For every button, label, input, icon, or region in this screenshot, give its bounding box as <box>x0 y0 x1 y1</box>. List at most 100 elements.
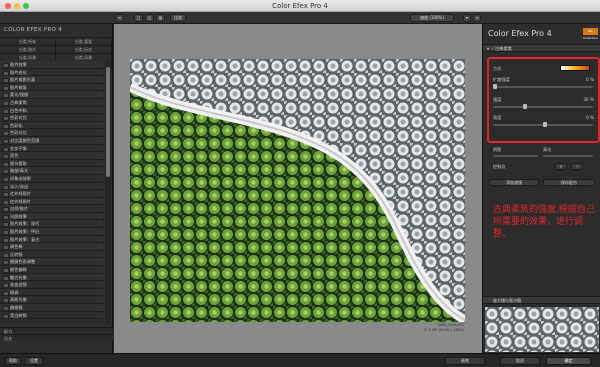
star-icon[interactable]: ☆ <box>97 296 101 303</box>
star-icon[interactable]: ☆ <box>97 152 101 159</box>
star-icon[interactable]: ☆ <box>97 228 101 235</box>
brightness-slider[interactable] <box>493 122 593 127</box>
star-icon[interactable]: ☆ <box>97 91 101 98</box>
filter-item[interactable]: 细节提取 ☆ <box>0 159 104 168</box>
filter-item[interactable]: 红外线照片 ☆ <box>0 190 104 198</box>
loupe-header[interactable]: 放大镜与直方图 <box>483 296 600 304</box>
filter-section-header[interactable]: ▾ ✓ 古典柔焦 <box>483 44 600 52</box>
remove-point-button[interactable]: − <box>571 163 583 170</box>
filter-item[interactable]: 双色 ☆ <box>0 152 104 160</box>
compare-button[interactable]: 比较 <box>170 14 186 22</box>
collapse-icon[interactable]: ▾ <box>487 45 489 52</box>
star-icon[interactable]: ☆ <box>97 107 101 114</box>
star-icon[interactable]: ☆ <box>97 122 101 129</box>
filter-item[interactable]: 胶片老化 ☆ <box>0 68 104 77</box>
filter-item[interactable]: 胶片电影仿真 ☆ <box>0 76 104 84</box>
cancel-button[interactable]: 取消 <box>500 357 540 365</box>
side-by-side-button[interactable]: ▥ <box>156 14 165 22</box>
star-icon[interactable]: ☆ <box>97 175 101 182</box>
toggle-right-panel-button[interactable]: ≡ <box>473 14 481 22</box>
single-view-button[interactable]: □ <box>134 14 143 22</box>
background-toggle[interactable]: ▾ <box>463 14 471 22</box>
filter-item[interactable]: 细微色彩调整 ☆ <box>0 258 104 267</box>
zoom-window-button[interactable] <box>23 3 29 9</box>
star-icon[interactable]: ☆ <box>97 114 101 121</box>
recipes-section[interactable]: 配方 <box>0 327 113 334</box>
star-icon[interactable]: ☆ <box>97 160 101 167</box>
strength-slider[interactable] <box>493 104 593 109</box>
filter-item[interactable]: 微调 ☆ <box>0 288 104 297</box>
filter-item[interactable]: 渐变滤镜 ☆ <box>0 281 104 289</box>
filter-item[interactable]: 淡入/淡出 ☆ <box>0 182 104 191</box>
filter-item[interactable]: 暗部/高光 ☆ <box>0 167 104 175</box>
star-icon[interactable]: ☆ <box>97 145 101 152</box>
star-icon[interactable]: ☆ <box>97 243 101 250</box>
category-tab[interactable]: 分类:胶片 <box>0 46 56 54</box>
filter-item[interactable]: 黑白转换 ☆ <box>0 311 104 320</box>
minimize-window-button[interactable] <box>14 3 20 9</box>
star-icon[interactable]: ☆ <box>97 304 101 311</box>
star-icon[interactable]: ☆ <box>97 236 101 243</box>
filter-item[interactable]: 交叉平衡 ☆ <box>0 144 104 153</box>
filter-item[interactable]: 胶片效果：怀旧 ☆ <box>0 228 104 236</box>
filter-item[interactable]: 调色棒 ☆ <box>0 243 104 251</box>
star-icon[interactable]: ☆ <box>97 274 101 281</box>
filter-scrollbar[interactable] <box>105 61 111 325</box>
star-icon[interactable]: ☆ <box>97 213 101 220</box>
star-icon[interactable]: ☆ <box>97 289 101 296</box>
star-icon[interactable]: ☆ <box>97 84 101 91</box>
filter-item[interactable]: 柔光/镜腊 ☆ <box>0 91 104 99</box>
filter-item[interactable]: 自然/胶片 ☆ <box>0 205 104 213</box>
zoom-select[interactable]: 缩放 (100%) <box>410 14 454 22</box>
filter-item[interactable]: 反转镜 ☆ <box>0 250 104 259</box>
star-icon[interactable]: ☆ <box>97 205 101 212</box>
toggle-sidebar-button[interactable]: ≡ <box>115 14 124 22</box>
close-window-button[interactable] <box>5 3 11 9</box>
category-tab[interactable]: 分类:喜爱 <box>56 38 112 46</box>
filter-item[interactable]: 对比度颜色范围 ☆ <box>0 136 104 145</box>
star-icon[interactable]: ☆ <box>97 251 101 258</box>
highlights-slider[interactable] <box>543 155 593 157</box>
star-icon[interactable]: ☆ <box>97 190 101 197</box>
filter-item[interactable]: 胶片修复 ☆ <box>0 83 104 92</box>
shadows-slider[interactable] <box>493 155 538 157</box>
filter-item[interactable]: 白色中和 ☆ <box>0 106 104 115</box>
brush-button[interactable]: 画笔 <box>445 357 485 365</box>
slider-knob[interactable] <box>493 84 497 89</box>
filter-item[interactable]: 胶片效果：复古 ☆ <box>0 235 104 244</box>
star-icon[interactable]: ☆ <box>97 220 101 227</box>
ok-button[interactable]: 确定 <box>546 357 591 365</box>
filter-item[interactable]: 色彩化 ☆ <box>0 121 104 130</box>
star-icon[interactable]: ☆ <box>97 258 101 265</box>
settings-button[interactable]: 设置 <box>25 357 43 365</box>
star-icon[interactable]: ☆ <box>97 76 101 83</box>
star-icon[interactable]: ☆ <box>97 129 101 136</box>
save-recipe-button[interactable]: 保存配方 <box>543 179 595 186</box>
filter-item[interactable]: 印象派效果 ☆ <box>0 174 104 183</box>
filter-item[interactable]: 红外线照片 ☆ <box>0 197 104 206</box>
filter-item[interactable]: 胶片效果：现代 ☆ <box>0 220 104 229</box>
check-icon[interactable]: ✓ <box>491 45 495 52</box>
diffusion-slider[interactable] <box>493 84 593 89</box>
slider-knob[interactable] <box>523 104 527 109</box>
filter-item[interactable]: 魅力光晕 ☆ <box>0 273 104 282</box>
filter-item[interactable]: 偏振镜 ☆ <box>0 304 104 312</box>
category-tab[interactable]: 分类:所有 <box>0 38 56 46</box>
star-icon[interactable]: ☆ <box>97 312 101 319</box>
help-button[interactable]: 帮助 <box>5 357 21 365</box>
scrollbar-thumb[interactable] <box>106 67 110 177</box>
star-icon[interactable]: ☆ <box>97 167 101 174</box>
preview-photo[interactable] <box>130 59 465 322</box>
split-view-button[interactable]: ◫ <box>145 14 154 22</box>
star-icon[interactable]: ☆ <box>97 266 101 273</box>
filter-item[interactable]: 光照效果 ☆ <box>0 212 104 221</box>
filter-item-selected[interactable]: 古典柔焦 ☆ <box>0 98 104 107</box>
star-icon[interactable]: ☆ <box>97 69 101 76</box>
filter-item[interactable]: 色彩对比 ☆ <box>0 114 104 122</box>
filter-item[interactable]: 色彩对比 ☆ <box>0 129 104 137</box>
star-icon[interactable]: ☆ <box>97 137 101 144</box>
method-gradient-select[interactable] <box>560 65 590 71</box>
star-icon[interactable]: ☆ <box>97 198 101 205</box>
slider-knob[interactable] <box>543 122 547 127</box>
add-point-button[interactable]: + <box>555 163 567 170</box>
